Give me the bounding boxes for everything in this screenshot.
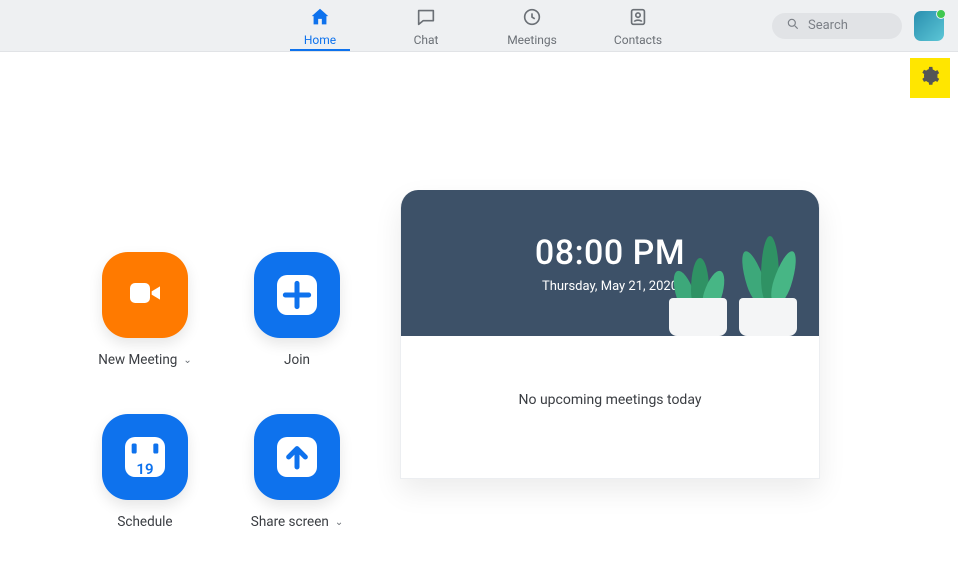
contacts-icon (627, 6, 649, 31)
action-label: Share screen (251, 514, 329, 530)
action-schedule: 19 Schedule (70, 414, 220, 564)
avatar[interactable] (914, 11, 944, 41)
chevron-down-icon: ⌄ (183, 355, 191, 366)
calendar-icon: 19 (125, 437, 165, 477)
gear-icon (920, 66, 940, 90)
nav-tabs: Home Chat Meetings Contacts (290, 0, 668, 51)
search-input[interactable]: Search (772, 13, 902, 39)
home-icon (309, 6, 331, 31)
tab-home[interactable]: Home (290, 6, 350, 51)
tab-label: Meetings (507, 33, 557, 47)
search-placeholder: Search (808, 18, 848, 33)
calendar-day: 19 (136, 462, 153, 477)
top-navbar: Home Chat Meetings Contacts (0, 0, 958, 52)
plus-icon (277, 275, 317, 315)
search-icon (786, 17, 800, 35)
action-label: New Meeting (98, 352, 177, 368)
settings-highlight (910, 58, 950, 98)
action-label-row[interactable]: Share screen ⌄ (251, 514, 343, 530)
video-icon (125, 273, 165, 317)
tab-label: Chat (414, 33, 439, 47)
schedule-button[interactable]: 19 (102, 414, 188, 500)
share-screen-button[interactable] (254, 414, 340, 500)
action-join: Join (222, 252, 372, 402)
new-meeting-button[interactable] (102, 252, 188, 338)
action-label: Schedule (117, 514, 172, 530)
info-card: 08:00 PM Thursday, May 21, 2020 No upcom… (400, 190, 820, 479)
action-label-row[interactable]: New Meeting ⌄ (98, 352, 192, 368)
action-share-screen: Share screen ⌄ (222, 414, 372, 564)
arrow-up-icon (277, 437, 317, 477)
chat-icon (415, 6, 437, 31)
tab-label: Contacts (614, 33, 662, 47)
current-date: Thursday, May 21, 2020 (542, 279, 678, 294)
tab-contacts[interactable]: Contacts (608, 6, 668, 51)
info-column: 08:00 PM Thursday, May 21, 2020 No upcom… (400, 52, 958, 587)
action-new-meeting: New Meeting ⌄ (70, 252, 220, 402)
settings-button[interactable] (916, 64, 944, 92)
chevron-down-icon: ⌄ (335, 517, 343, 528)
plant-decoration-icon (729, 236, 809, 336)
join-button[interactable] (254, 252, 340, 338)
action-label: Join (284, 352, 310, 368)
nav-right: Search (772, 11, 958, 41)
tab-chat[interactable]: Chat (396, 6, 456, 51)
clock-hero: 08:00 PM Thursday, May 21, 2020 (401, 190, 819, 336)
upcoming-meetings-status: No upcoming meetings today (401, 336, 819, 478)
tab-meetings[interactable]: Meetings (502, 6, 562, 51)
presence-indicator-icon (936, 9, 946, 19)
actions-grid: New Meeting ⌄ Join 19 Schedule (0, 52, 400, 587)
main-content: New Meeting ⌄ Join 19 Schedule (0, 52, 958, 587)
clock-icon (521, 6, 543, 31)
tab-label: Home (304, 33, 336, 47)
plant-decoration-icon (659, 256, 739, 336)
